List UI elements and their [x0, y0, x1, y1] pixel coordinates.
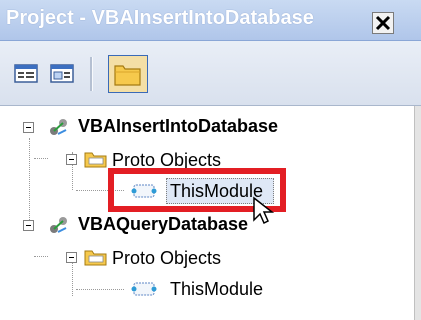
project-label: VBAInsertIntoDatabase [78, 116, 279, 136]
collapse-icon[interactable] [23, 220, 34, 231]
vertical-scrollbar[interactable] [414, 106, 421, 320]
view-object-icon [50, 64, 74, 83]
folder-label: Proto Objects [112, 248, 222, 268]
tree-item-folder-2[interactable]: Proto Objects [0, 244, 410, 270]
close-icon [375, 15, 391, 31]
tree-item-project-2[interactable]: VBAQueryDatabase [0, 212, 410, 238]
view-object-button[interactable] [50, 63, 76, 85]
folder-icon [114, 65, 141, 86]
collapse-icon[interactable] [66, 154, 77, 165]
toggle-folders-button[interactable] [108, 55, 148, 93]
close-button[interactable] [372, 12, 394, 34]
mouse-cursor-icon [253, 196, 274, 225]
folder-icon [84, 152, 107, 168]
vba-project-icon [50, 217, 67, 233]
window-title: Project - VBAInsertIntoDatabase [6, 7, 314, 29]
collapse-icon[interactable] [66, 252, 77, 263]
view-code-button[interactable] [14, 63, 40, 85]
project-label: VBAQueryDatabase [78, 214, 249, 234]
folder-icon [84, 250, 107, 266]
vba-project-icon [50, 119, 67, 135]
module-icon [131, 282, 157, 296]
collapse-icon[interactable] [23, 122, 34, 133]
title-bar[interactable]: Project - VBAInsertIntoDatabase [0, 0, 421, 41]
project-tree[interactable]: VBAInsertIntoDatabase Proto Objects This… [0, 106, 421, 320]
toolbar [0, 41, 421, 127]
tree-item-project-1[interactable]: VBAInsertIntoDatabase [0, 114, 410, 140]
module-label: ThisModule [170, 279, 264, 299]
tree-item-module-2[interactable]: ThisModule [0, 276, 410, 302]
project-explorer-window: Project - VBAInsertIntoDatabase VBAInser… [0, 0, 421, 320]
view-code-icon [14, 64, 38, 83]
toolbar-separator [90, 57, 93, 91]
